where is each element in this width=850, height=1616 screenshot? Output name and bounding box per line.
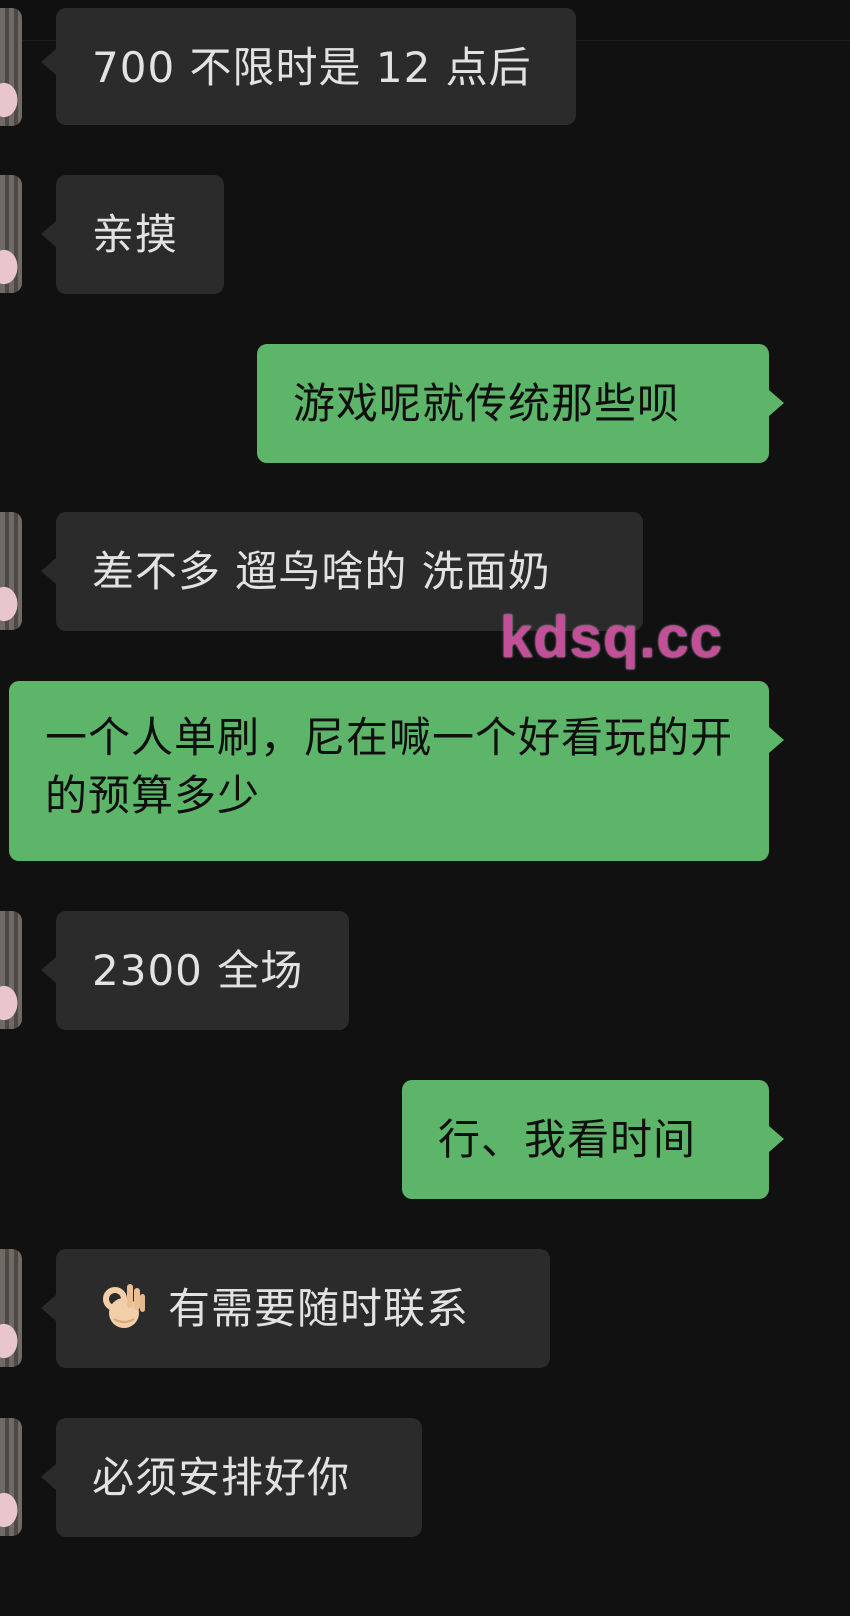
bubble-tail [769, 727, 784, 753]
message-text: 有需要随时联系 [168, 1284, 470, 1333]
contact-avatar[interactable] [0, 1249, 22, 1367]
message-bubble[interactable]: 2300 全场 [56, 911, 349, 1030]
contact-avatar[interactable] [0, 512, 22, 630]
message-bubble[interactable]: 必须安排好你 [56, 1418, 422, 1537]
contact-avatar[interactable] [0, 175, 22, 293]
bubble-tail [41, 957, 56, 983]
bubble-tail [769, 390, 784, 416]
message-bubble[interactable]: 700 不限时是 12 点后 [56, 8, 576, 125]
contact-avatar[interactable] [0, 1418, 22, 1536]
bubble-tail [769, 1126, 784, 1152]
bubble-tail [41, 1295, 56, 1321]
contact-avatar[interactable] [0, 8, 22, 126]
bubble-tail [41, 1464, 56, 1490]
message-bubble[interactable]: 游戏呢就传统那些呗 [257, 344, 769, 463]
message-bubble[interactable]: 行、我看时间 [402, 1080, 769, 1199]
message-bubble[interactable]: 一个人单刷，尼在喊一个好看玩的开的预算多少 [9, 681, 769, 861]
ok-hand-emoji-icon [103, 1284, 145, 1328]
message-bubble[interactable]: 亲摸 [56, 175, 224, 294]
contact-avatar[interactable] [0, 911, 22, 1029]
bubble-tail [41, 49, 56, 75]
watermark-text: kdsq.cc [500, 605, 723, 670]
bubble-tail [41, 558, 56, 584]
message-bubble[interactable]: 有需要随时联系 [56, 1249, 550, 1368]
bubble-tail [41, 221, 56, 247]
